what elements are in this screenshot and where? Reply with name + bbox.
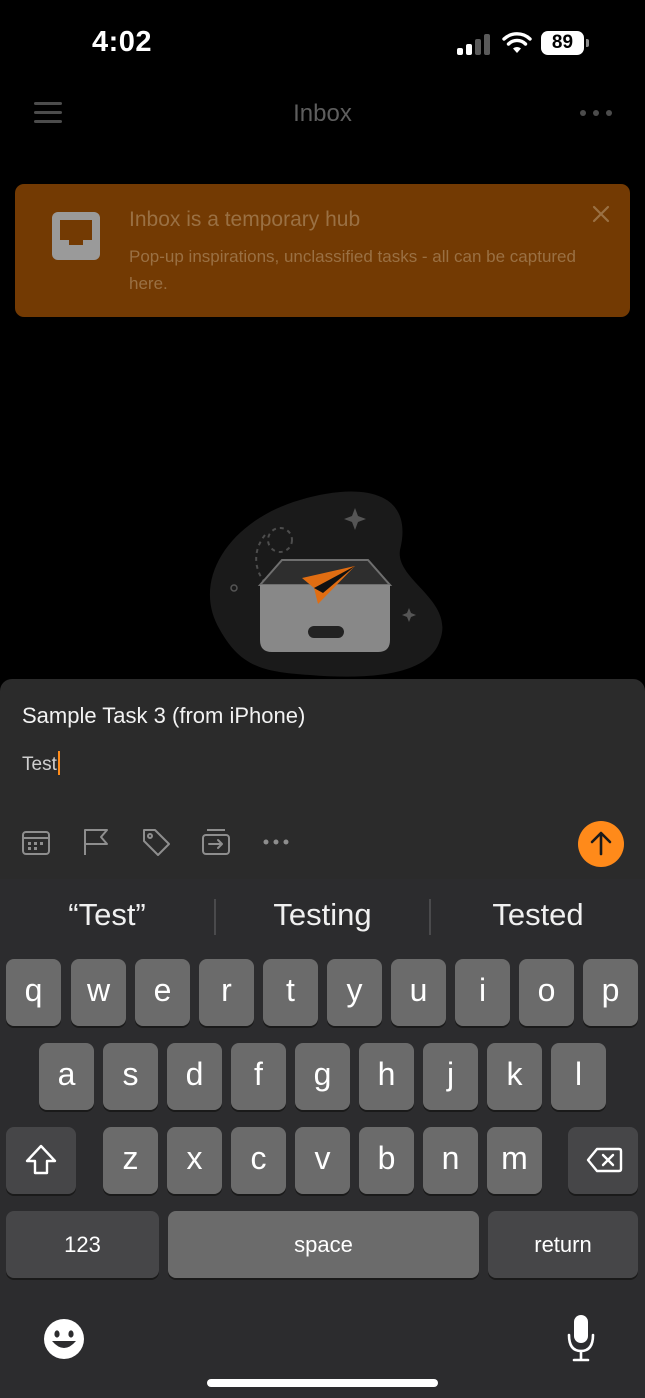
- autocomplete-bar: “Test” Testing Tested: [0, 879, 645, 955]
- suggestion-1[interactable]: “Test”: [0, 897, 214, 933]
- status-bar: 4:02 89: [0, 0, 645, 86]
- banner-title: Inbox is a temporary hub: [129, 208, 361, 231]
- status-time: 4:02: [92, 26, 153, 58]
- close-icon[interactable]: [591, 204, 611, 224]
- text-cursor: [57, 751, 60, 775]
- key-r[interactable]: r: [199, 959, 254, 1026]
- key-v[interactable]: v: [295, 1127, 350, 1194]
- key-d[interactable]: d: [167, 1043, 222, 1110]
- numbers-key[interactable]: 123: [6, 1211, 159, 1278]
- key-n[interactable]: n: [423, 1127, 478, 1194]
- key-h[interactable]: h: [359, 1043, 414, 1110]
- key-e[interactable]: e: [135, 959, 190, 1026]
- key-s[interactable]: s: [103, 1043, 158, 1110]
- shift-arrow-icon: [25, 1144, 57, 1175]
- banner-text: Pop-up inspirations, unclassified tasks …: [129, 247, 576, 293]
- priority-flag-icon[interactable]: [81, 827, 111, 857]
- key-g[interactable]: g: [295, 1043, 350, 1110]
- cellular-signal-icon: [457, 33, 493, 55]
- key-b[interactable]: b: [359, 1127, 414, 1194]
- suggestion-3[interactable]: Tested: [431, 897, 645, 933]
- shift-key[interactable]: [6, 1127, 76, 1194]
- return-key[interactable]: return: [488, 1211, 638, 1278]
- calendar-icon[interactable]: [21, 827, 51, 857]
- task-title-input[interactable]: Sample Task 3 (from iPhone): [22, 703, 305, 729]
- backspace-icon: [586, 1147, 623, 1173]
- inbox-tray-icon: [52, 212, 100, 260]
- delete-key[interactable]: [568, 1127, 638, 1194]
- key-q[interactable]: q: [6, 959, 61, 1026]
- task-description-input[interactable]: Test: [22, 751, 60, 776]
- move-to-list-icon[interactable]: [201, 827, 231, 857]
- empty-inbox-illustration: [209, 491, 443, 677]
- key-x[interactable]: x: [167, 1127, 222, 1194]
- inbox-info-banner: Inbox is a temporary hub Pop-up inspirat…: [15, 184, 630, 317]
- key-i[interactable]: i: [455, 959, 510, 1026]
- emoji-icon[interactable]: [42, 1317, 86, 1361]
- space-key[interactable]: space: [168, 1211, 479, 1278]
- tag-icon[interactable]: [141, 827, 171, 857]
- key-y[interactable]: y: [327, 959, 382, 1026]
- battery-icon: 89: [541, 31, 589, 55]
- key-l[interactable]: l: [551, 1043, 606, 1110]
- key-a[interactable]: a: [39, 1043, 94, 1110]
- arrow-up-icon: [590, 831, 612, 856]
- key-p[interactable]: p: [583, 959, 638, 1026]
- home-indicator[interactable]: [207, 1379, 438, 1387]
- wifi-icon: [502, 32, 532, 53]
- key-o[interactable]: o: [519, 959, 574, 1026]
- keyboard: “Test” Testing Tested q w e r t y u i o …: [0, 879, 645, 1398]
- key-z[interactable]: z: [103, 1127, 158, 1194]
- suggestion-2[interactable]: Testing: [216, 897, 429, 933]
- microphone-icon[interactable]: [565, 1313, 597, 1363]
- key-j[interactable]: j: [423, 1043, 478, 1110]
- key-c[interactable]: c: [231, 1127, 286, 1194]
- key-k[interactable]: k: [487, 1043, 542, 1110]
- key-w[interactable]: w: [71, 959, 126, 1026]
- quick-add-sheet: Sample Task 3 (from iPhone) Test: [0, 679, 645, 879]
- key-t[interactable]: t: [263, 959, 318, 1026]
- screen: 4:02 89 Inbox Inbox is a temporary hub P…: [0, 0, 645, 1398]
- battery-level: 89: [541, 31, 584, 55]
- key-m[interactable]: m: [487, 1127, 542, 1194]
- key-u[interactable]: u: [391, 959, 446, 1026]
- more-tools-icon[interactable]: [261, 827, 291, 857]
- send-task-button[interactable]: [578, 821, 624, 867]
- more-options-icon[interactable]: [580, 110, 614, 116]
- task-description-text: Test: [22, 754, 57, 775]
- header: Inbox: [0, 86, 645, 146]
- page-title: Inbox: [293, 100, 352, 127]
- key-f[interactable]: f: [231, 1043, 286, 1110]
